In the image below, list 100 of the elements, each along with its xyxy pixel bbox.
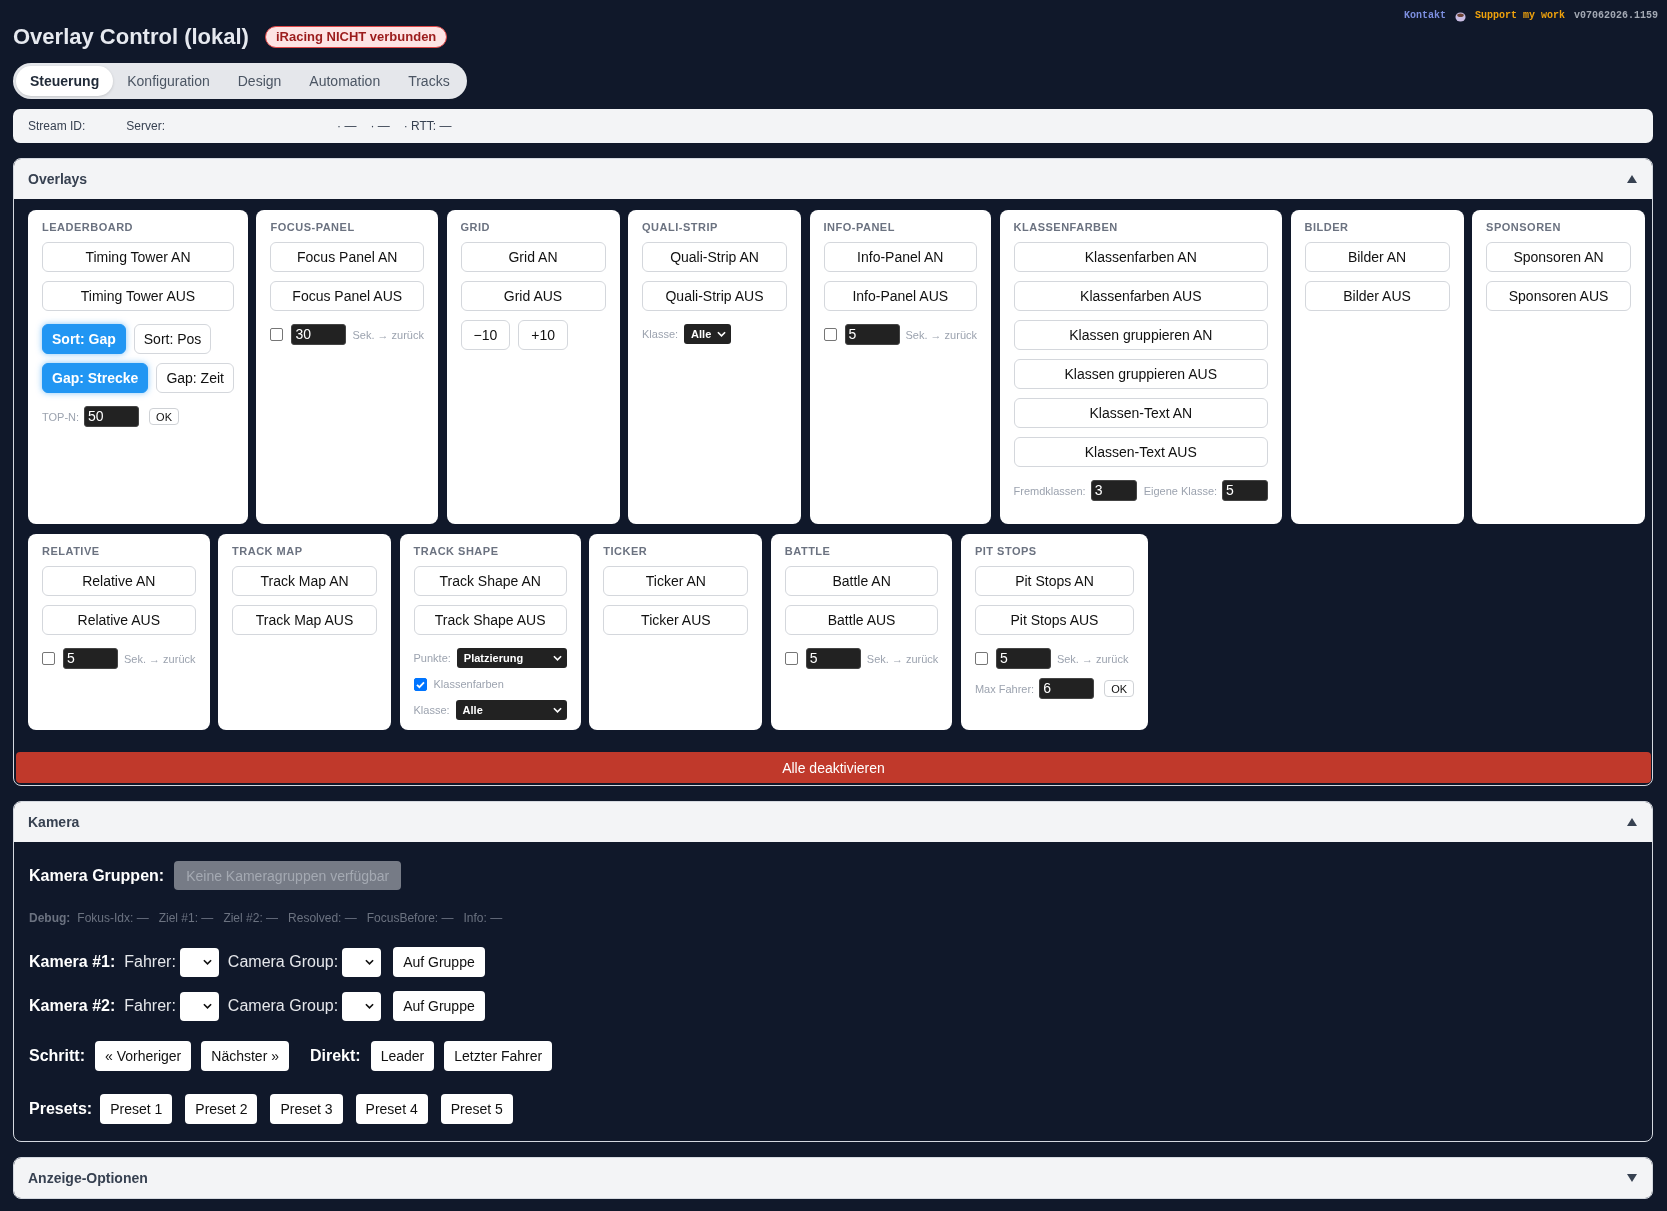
tab[interactable]: Steuerung [16, 66, 114, 96]
overlay-button[interactable]: Quali-Strip AN [642, 242, 787, 272]
chevron-down-icon [202, 1003, 212, 1009]
overlay-button[interactable]: Track Shape AUS [413, 605, 567, 635]
preset-button[interactable]: Preset 4 [355, 1094, 428, 1124]
tab[interactable]: Konfiguration [113, 66, 224, 96]
number-input[interactable]: 6 [1039, 678, 1095, 699]
tab[interactable]: Design [223, 66, 296, 96]
overlay-button[interactable]: Track Map AUS [232, 605, 378, 635]
action-button[interactable]: « Vorheriger [95, 1041, 192, 1071]
card-title: TRACK SHAPE [413, 544, 500, 559]
option-button[interactable]: Sort: Pos [133, 324, 212, 354]
ok-button[interactable]: OK [1104, 680, 1135, 697]
overlay-button[interactable]: Timing Tower AN [42, 242, 234, 272]
number-input[interactable]: 5 [995, 648, 1051, 669]
overlay-button[interactable]: Grid AUS [460, 281, 606, 311]
overlay-button[interactable]: Focus Panel AN [270, 242, 424, 272]
tab[interactable]: Tracks [394, 66, 464, 96]
overlay-button[interactable]: Ticker AN [603, 566, 749, 596]
overlay-button[interactable]: Track Map AN [232, 566, 378, 596]
section-title: Anzeige-Optionen [28, 1170, 148, 1186]
number-input[interactable]: 5 [63, 648, 118, 669]
checkbox[interactable] [784, 652, 798, 665]
checkbox[interactable] [823, 328, 837, 341]
dropdown[interactable] [342, 947, 382, 977]
ok-button[interactable]: OK [149, 408, 179, 425]
connection-status-badge: iRacing NICHT verbunden [264, 26, 448, 48]
dropdown[interactable] [342, 991, 382, 1021]
preset-button[interactable]: Preset 3 [270, 1094, 343, 1124]
overlay-button[interactable]: Grid AN [460, 242, 606, 272]
overlay-button[interactable]: Track Shape AN [413, 566, 567, 596]
section-header[interactable]: Overlays [14, 159, 1652, 199]
overlay-button[interactable]: Pit Stops AUS [974, 605, 1135, 635]
overlay-button[interactable]: Timing Tower AUS [42, 281, 234, 311]
card-title: RELATIVE [42, 544, 101, 559]
app-title: Overlay Control (lokal) [13, 26, 249, 48]
checkbox[interactable] [413, 677, 427, 691]
debug-item: Ziel #1: — [158, 911, 214, 925]
dropdown[interactable] [179, 947, 219, 977]
checkbox[interactable] [42, 652, 55, 665]
number-input[interactable]: 5 [1222, 480, 1269, 501]
overlay-button[interactable]: Focus Panel AUS [270, 281, 424, 311]
option-button[interactable]: Gap: Zeit [156, 363, 234, 393]
debug-label: Debug: [29, 911, 71, 925]
step-button[interactable]: +10 [518, 320, 568, 350]
dropdown[interactable]: Alle [455, 700, 567, 720]
number-input[interactable]: 50 [84, 406, 140, 427]
tab[interactable]: Automation [295, 66, 395, 96]
suffix-label: Sek. → zurück [905, 327, 978, 342]
chevron-down-icon [202, 959, 212, 965]
card-title: QUALI-STRIP [642, 220, 719, 235]
action-button[interactable]: Auf Gruppe [393, 991, 485, 1021]
action-button[interactable]: Leader [370, 1041, 435, 1071]
preset-button[interactable]: Preset 2 [185, 1094, 258, 1124]
action-button[interactable]: Nächster » [201, 1041, 289, 1071]
chevron-down-icon [552, 655, 562, 661]
overlay-button[interactable]: Klassen-Text AN [1013, 398, 1269, 428]
action-button[interactable]: Auf Gruppe [393, 947, 485, 977]
overlay-button[interactable]: Ticker AUS [603, 605, 749, 635]
support-link[interactable]: Support my work [1474, 8, 1565, 24]
number-input[interactable]: 3 [1090, 480, 1137, 501]
section-header[interactable]: Kamera [14, 802, 1652, 842]
checkbox[interactable] [974, 652, 988, 665]
overlay-button[interactable]: Klassenfarben AUS [1013, 281, 1269, 311]
overlay-button[interactable]: Sponsoren AN [1486, 242, 1632, 272]
overlay-button[interactable]: Klassen-Text AUS [1013, 437, 1269, 467]
overlay-button[interactable]: Info-Panel AN [823, 242, 978, 272]
dropdown[interactable]: Alle [684, 324, 732, 344]
overlay-button[interactable]: Battle AN [784, 566, 939, 596]
field-label: Klasse: [413, 703, 450, 717]
debug-item: Ziel #2: — [223, 911, 279, 925]
contact-link[interactable]: Kontakt [1403, 8, 1446, 24]
overlay-button[interactable]: Sponsoren AUS [1486, 281, 1632, 311]
action-button[interactable]: Letzter Fahrer [444, 1041, 553, 1071]
overlay-button[interactable]: Klassen gruppieren AUS [1013, 359, 1269, 389]
dropdown[interactable] [179, 991, 219, 1021]
number-input[interactable]: 5 [844, 324, 900, 345]
overlay-button[interactable]: Relative AUS [42, 605, 196, 635]
deactivate-all-button[interactable]: Alle deaktivieren [16, 752, 1651, 783]
overlay-button[interactable]: Bilder AUS [1304, 281, 1450, 311]
suffix-label: Sek. → zurück [352, 327, 424, 342]
preset-button[interactable]: Preset 5 [440, 1094, 513, 1124]
number-input[interactable]: 30 [291, 324, 347, 345]
overlay-button[interactable]: Bilder AN [1304, 242, 1450, 272]
section-header[interactable]: Anzeige-Optionen [14, 1158, 1652, 1198]
overlay-button[interactable]: Quali-Strip AUS [642, 281, 787, 311]
step-button[interactable]: −10 [460, 320, 511, 350]
overlay-button[interactable]: Battle AUS [784, 605, 939, 635]
overlay-button[interactable]: Klassen gruppieren AN [1013, 320, 1269, 350]
status-indicator: · RTT: — [403, 119, 452, 133]
overlay-button[interactable]: Klassenfarben AN [1013, 242, 1269, 272]
preset-button[interactable]: Preset 1 [100, 1094, 173, 1124]
overlay-button[interactable]: Info-Panel AUS [823, 281, 978, 311]
debug-item: Resolved: — [288, 911, 357, 925]
number-input[interactable]: 5 [805, 648, 861, 669]
overlay-button[interactable]: Relative AN [42, 566, 196, 596]
card-title: TRACK MAP [232, 544, 304, 559]
overlay-button[interactable]: Pit Stops AN [974, 566, 1135, 596]
checkbox[interactable] [270, 328, 284, 341]
dropdown[interactable]: Platzierung [456, 648, 567, 668]
